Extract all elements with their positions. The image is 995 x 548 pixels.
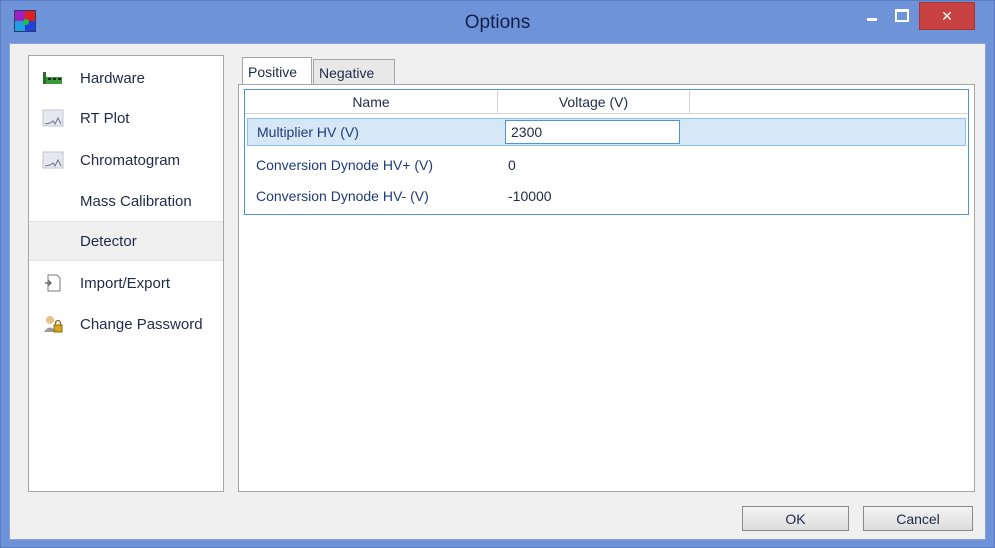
tab-label: Negative bbox=[319, 64, 375, 81]
sidebar-item-label: Change Password bbox=[80, 315, 203, 333]
tab-negative[interactable]: Negative bbox=[313, 59, 395, 85]
sidebar-item-label: Chromatogram bbox=[80, 151, 181, 169]
close-icon: ✕ bbox=[941, 7, 953, 24]
table-row[interactable]: Conversion Dynode HV+ (V) 0 bbox=[247, 152, 966, 180]
sidebar-item-label: Import/Export bbox=[80, 274, 171, 292]
tab-label: Positive bbox=[248, 63, 298, 80]
ok-button[interactable]: OK bbox=[742, 506, 849, 531]
voltage-edit-field[interactable] bbox=[505, 120, 680, 144]
row-voltage: 0 bbox=[508, 157, 516, 173]
sidebar-item-label: RT Plot bbox=[80, 109, 130, 127]
tab-positive[interactable]: Positive bbox=[242, 57, 312, 85]
chromatogram-icon bbox=[42, 151, 64, 169]
column-header-name[interactable]: Name bbox=[245, 90, 498, 114]
sidebar-item-label: Mass Calibration bbox=[80, 192, 192, 210]
maximize-icon bbox=[895, 8, 909, 22]
sidebar-item-hardware[interactable]: Hardware bbox=[29, 58, 223, 98]
table-row[interactable]: Multiplier HV (V) bbox=[247, 118, 966, 146]
hardware-board-icon bbox=[43, 72, 62, 84]
options-window: Options ✕ Hardware RT Plot Chromatogram … bbox=[0, 0, 995, 548]
window-title: Options bbox=[464, 12, 531, 33]
sidebar-item-detector[interactable]: Detector bbox=[29, 221, 223, 261]
sidebar-item-chromatogram[interactable]: Chromatogram bbox=[29, 140, 223, 180]
minimize-icon bbox=[867, 17, 877, 21]
row-name: Conversion Dynode HV- (V) bbox=[256, 188, 429, 204]
row-voltage: -10000 bbox=[508, 188, 552, 204]
title-bar[interactable]: Options ✕ bbox=[1, 1, 994, 43]
options-sidebar: Hardware RT Plot Chromatogram Mass Calib… bbox=[28, 55, 224, 492]
sidebar-item-label: Hardware bbox=[80, 69, 146, 87]
detector-panel: Name Voltage (V) Multiplier HV (V) Conve… bbox=[238, 84, 975, 492]
column-header-voltage[interactable]: Voltage (V) bbox=[498, 90, 690, 114]
maximize-button[interactable] bbox=[889, 1, 915, 29]
sidebar-item-mass-calibration[interactable]: Mass Calibration bbox=[29, 181, 223, 221]
import-export-icon bbox=[45, 274, 61, 292]
sidebar-item-rt-plot[interactable]: RT Plot bbox=[29, 98, 223, 138]
voltage-table: Name Voltage (V) Multiplier HV (V) Conve… bbox=[244, 89, 969, 215]
sidebar-item-change-password[interactable]: Change Password bbox=[29, 304, 223, 344]
column-header-filler bbox=[690, 90, 968, 114]
row-name: Conversion Dynode HV+ (V) bbox=[256, 157, 434, 173]
sidebar-item-import-export[interactable]: Import/Export bbox=[29, 263, 223, 303]
minimize-button[interactable] bbox=[859, 1, 885, 29]
user-lock-icon bbox=[44, 316, 63, 333]
close-button[interactable]: ✕ bbox=[919, 2, 975, 30]
cancel-button[interactable]: Cancel bbox=[863, 506, 973, 531]
table-row[interactable]: Conversion Dynode HV- (V) -10000 bbox=[247, 183, 966, 211]
row-name: Multiplier HV (V) bbox=[257, 124, 359, 140]
plot-icon bbox=[42, 109, 64, 127]
sidebar-item-label: Detector bbox=[80, 232, 137, 250]
